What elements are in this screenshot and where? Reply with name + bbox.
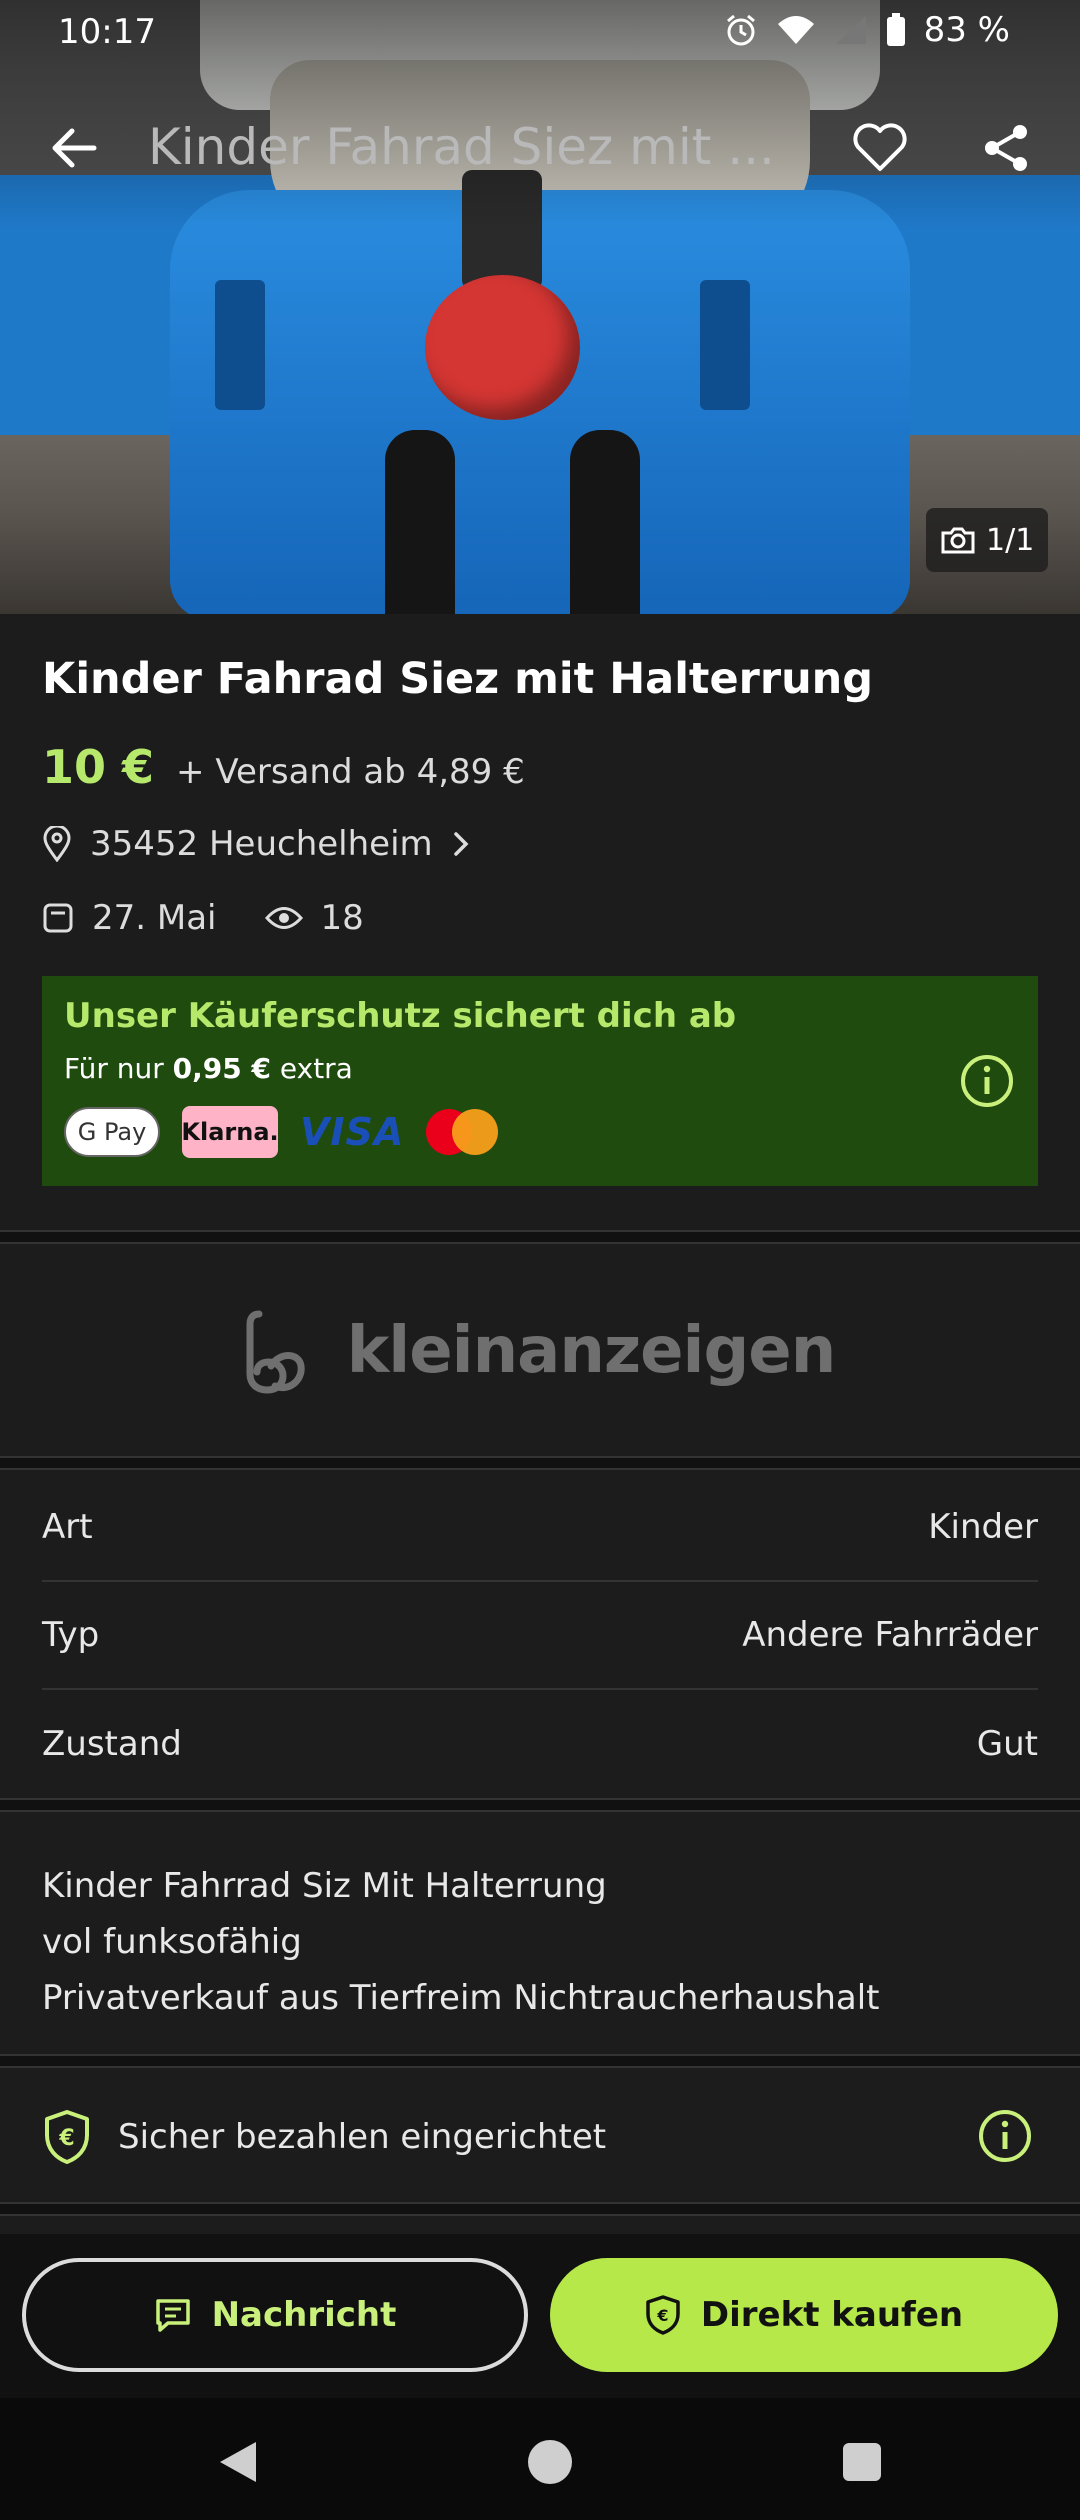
nav-home-button[interactable] [520, 2432, 580, 2492]
google-pay-logo: G Pay [64, 1107, 160, 1157]
buyer-protection-heading: Unser Käuferschutz sichert dich ab [64, 996, 737, 1036]
description-line: Privatverkauf aus Tierfreim Nichtraucher… [42, 1978, 880, 2018]
brand-name: kleinanzeigen [346, 1314, 837, 1388]
photo-knob [425, 275, 580, 420]
section-divider [0, 1456, 1080, 1470]
share-button[interactable] [970, 112, 1042, 184]
svg-text:€: € [656, 2306, 668, 2325]
system-nav-bar [0, 2398, 1080, 2520]
heart-icon [853, 123, 907, 171]
status-time: 10:17 [58, 12, 156, 52]
listing-photo[interactable]: 1/1 [0, 0, 1080, 614]
battery-percent: 83 % [923, 10, 1010, 50]
wifi-icon [777, 16, 814, 44]
attribute-value: Andere Fahrräder [742, 1615, 1038, 1655]
brand-banner: kleinanzeigen [0, 1246, 1080, 1456]
view-count: 18 [320, 898, 364, 938]
chevron-right-icon [453, 832, 469, 856]
eye-icon [264, 907, 303, 929]
secure-payment-label: Sicher bezahlen eingerichtet [118, 2117, 607, 2157]
nav-back-button[interactable] [208, 2432, 268, 2492]
buyer-protection-banner[interactable]: Unser Käuferschutz sichert dich ab Für n… [42, 976, 1038, 1186]
posted-date: 27. Mai [92, 898, 217, 938]
attribute-row-typ: Typ Andere Fahrräder [42, 1582, 1038, 1690]
description-line: vol funksofähig [42, 1922, 302, 1962]
info-button[interactable] [960, 1054, 1014, 1112]
message-button[interactable]: Nachricht [22, 2258, 528, 2372]
photo-slot [215, 280, 265, 410]
attribute-row-art: Art Kinder [42, 1474, 1038, 1582]
section-divider [0, 2054, 1080, 2068]
attribute-label: Zustand [42, 1724, 182, 1764]
section-divider [0, 1230, 1080, 1244]
triangle-back-icon [220, 2442, 256, 2482]
attribute-row-zustand: Zustand Gut [42, 1690, 1038, 1798]
meta-row: 27. Mai 18 [42, 898, 364, 938]
message-button-label: Nachricht [211, 2295, 397, 2335]
alarm-icon [726, 14, 755, 46]
description-line: Kinder Fahrrad Siz Mit Halterrung [42, 1866, 607, 1906]
attribute-value: Gut [976, 1724, 1038, 1764]
attribute-label: Typ [42, 1615, 100, 1655]
payment-methods: G Pay Klarna. VISA [64, 1106, 499, 1158]
klarna-logo: Klarna. [181, 1106, 279, 1158]
share-icon [985, 125, 1027, 171]
back-button[interactable] [38, 112, 110, 184]
favorite-button[interactable] [844, 112, 916, 184]
nav-recents-button[interactable] [832, 2432, 892, 2492]
location-link[interactable]: 35452 Heuchelheim [42, 824, 471, 864]
back-arrow-icon [52, 128, 97, 168]
circle-home-icon [528, 2440, 572, 2484]
photo-slot [700, 280, 750, 410]
price-row: 10 € + Versand ab 4,89 € [42, 740, 525, 794]
section-divider [0, 2202, 1080, 2216]
shield-euro-icon: € [45, 2110, 89, 2164]
listing-description: Kinder Fahrrad Siz Mit Halterrung vol fu… [42, 1858, 880, 2026]
info-icon [979, 2110, 1031, 2162]
location-text: 35452 Heuchelheim [90, 824, 433, 864]
shipping-cost: + Versand ab 4,89 € [176, 752, 525, 792]
mastercard-logo [426, 1109, 499, 1155]
signal-icon [835, 16, 866, 44]
secure-payment-row[interactable]: € Sicher bezahlen eingerichtet [42, 2082, 1038, 2192]
camera-icon [941, 527, 975, 554]
buy-now-button-label: Direkt kaufen [700, 2295, 964, 2335]
secure-payment-info-button[interactable] [978, 2109, 1032, 2172]
photo-strap [570, 430, 640, 614]
buyer-protection-fee: Für nur 0,95 € extra [64, 1052, 353, 1085]
status-bar: 10:17 83 % [0, 0, 1080, 64]
attribute-value: Kinder [928, 1507, 1038, 1547]
photo-counter[interactable]: 1/1 [926, 508, 1049, 572]
action-bar: Nachricht € Direkt kaufen [0, 2234, 1080, 2398]
svg-text:€: € [58, 2126, 74, 2151]
battery-icon [886, 13, 905, 46]
top-app-bar: Kinder Fahrad Siez mit ... [0, 100, 1080, 196]
section-divider [0, 1798, 1080, 1812]
info-icon [961, 1055, 1013, 1107]
square-recents-icon [843, 2443, 881, 2481]
attribute-label: Art [42, 1507, 93, 1547]
photo-strap [385, 430, 455, 614]
visa-logo: VISA [300, 1110, 405, 1154]
location-pin-icon [43, 826, 71, 862]
buy-now-button[interactable]: € Direkt kaufen [550, 2258, 1058, 2372]
price: 10 € [42, 740, 155, 794]
shield-euro-icon: € [646, 2295, 680, 2335]
photo-counter-text: 1/1 [986, 522, 1035, 558]
page-title: Kinder Fahrad Siez mit ... [148, 118, 775, 176]
kleinanzeigen-logo-icon [246, 1310, 305, 1394]
chat-icon [155, 2299, 190, 2332]
listing-title: Kinder Fahrad Siez mit Halterrung [42, 654, 874, 704]
calendar-icon [43, 903, 73, 933]
